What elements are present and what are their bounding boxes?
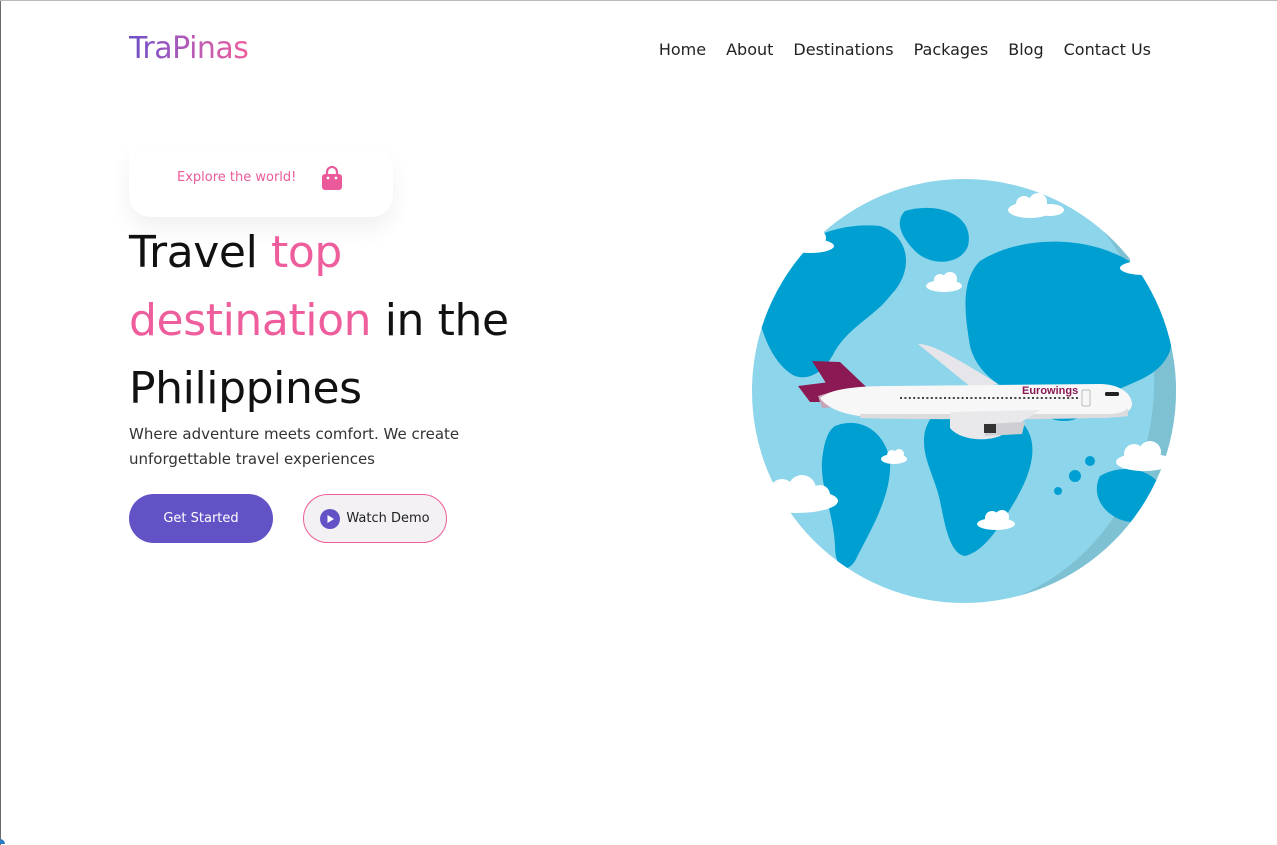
shopping-bag-icon bbox=[320, 165, 344, 196]
nav-blog[interactable]: Blog bbox=[1008, 40, 1043, 59]
nav-packages[interactable]: Packages bbox=[914, 40, 989, 59]
explore-badge: Explore the world! bbox=[129, 147, 393, 217]
main-nav: Home About Destinations Packages Blog Co… bbox=[659, 40, 1151, 59]
window-border bbox=[0, 1, 1, 845]
window-corner bbox=[0, 839, 5, 844]
headline-highlight-top: top bbox=[270, 227, 342, 278]
get-started-button[interactable]: Get Started bbox=[129, 494, 273, 543]
hero-subtitle: Where adventure meets comfort. We create… bbox=[129, 425, 460, 468]
play-icon bbox=[320, 508, 341, 529]
explore-badge-label: Explore the world! bbox=[177, 170, 297, 185]
headline-part-1: Travel bbox=[129, 227, 271, 278]
brand-logo[interactable]: TraPinas bbox=[129, 31, 249, 66]
headline-highlight-destination: destination bbox=[129, 295, 372, 346]
nav-about[interactable]: About bbox=[726, 40, 773, 59]
headline-part-5: Philippines bbox=[129, 363, 362, 414]
airline-livery-text: Eurowings bbox=[1022, 385, 1078, 397]
nav-home[interactable]: Home bbox=[659, 40, 706, 59]
hero-headline: Travel top destination in the Philippines bbox=[129, 219, 569, 423]
globe-illustration: Eurowings bbox=[740, 176, 1190, 620]
watch-demo-button[interactable]: Watch Demo bbox=[303, 494, 447, 543]
nav-destinations[interactable]: Destinations bbox=[793, 40, 893, 59]
nav-contact-us[interactable]: Contact Us bbox=[1064, 40, 1151, 59]
headline-part-4: in the bbox=[371, 295, 509, 346]
watch-demo-label: Watch Demo bbox=[346, 511, 430, 526]
